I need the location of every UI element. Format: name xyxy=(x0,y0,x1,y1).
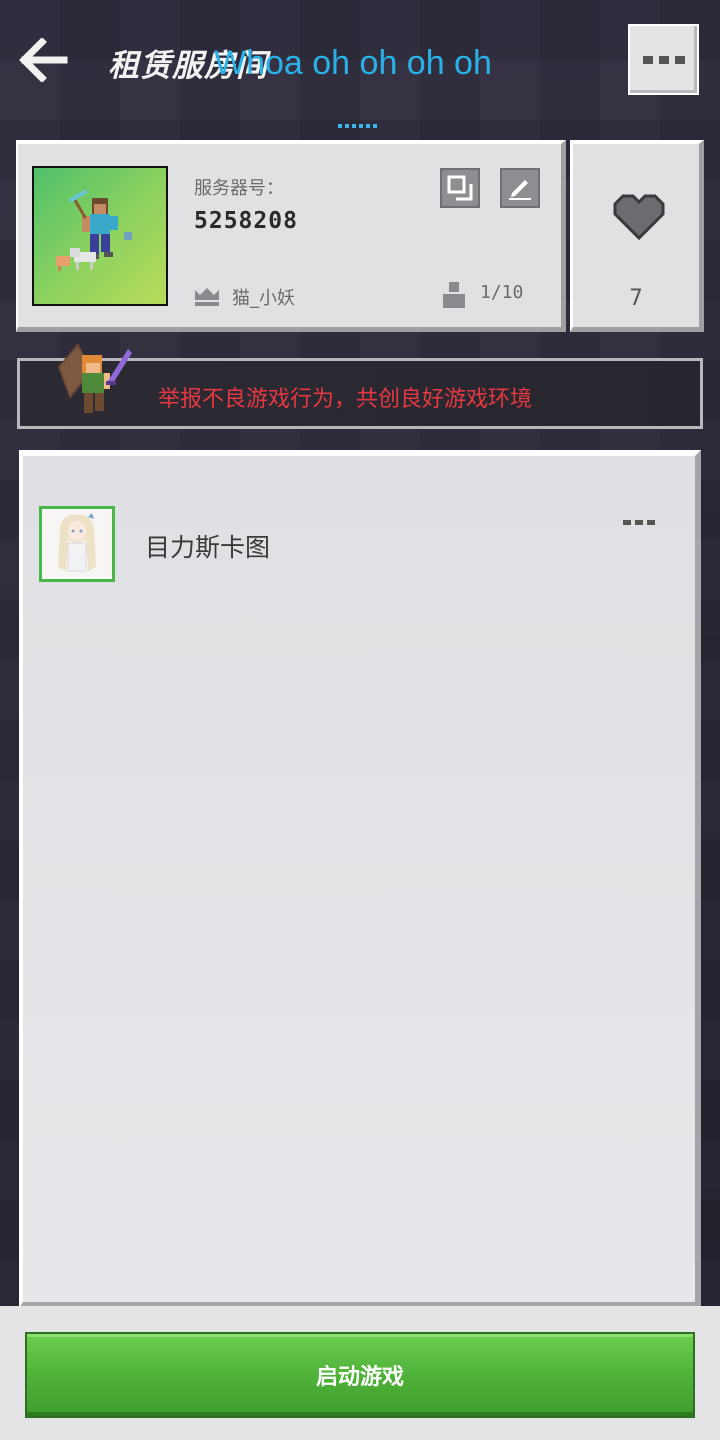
map-thumbnail xyxy=(39,506,115,582)
minecraft-steve-image xyxy=(56,189,132,271)
back-button[interactable] xyxy=(18,37,68,83)
like-card[interactable]: 7 xyxy=(570,140,704,332)
map-name: 目力斯卡图 xyxy=(145,533,271,562)
report-banner[interactable]: 举报不良游戏行为，共创良好游戏环境 xyxy=(17,343,703,429)
list-item[interactable]: 目力斯卡图 xyxy=(39,506,689,586)
server-owner-name: 猫_小妖 xyxy=(232,288,295,309)
server-info-card: 服务器号： 5258208 猫_小妖 1/10 xyxy=(16,140,566,332)
header-bar: 租赁服房间 Whoa oh oh oh oh xyxy=(0,0,720,130)
crown-icon xyxy=(195,288,219,306)
player-count: 1/10 xyxy=(480,282,524,303)
copy-button[interactable] xyxy=(440,168,480,208)
copy-icon xyxy=(447,175,473,201)
map-list-panel: 目力斯卡图 xyxy=(19,450,701,1308)
edit-icon xyxy=(509,180,531,200)
map-more-button[interactable] xyxy=(623,520,655,525)
arrow-left-icon xyxy=(19,37,68,83)
report-banner-text: 举报不良游戏行为，共创良好游戏环境 xyxy=(158,387,533,412)
more-dots-icon xyxy=(642,55,653,64)
edit-button[interactable] xyxy=(500,168,540,208)
start-game-button[interactable]: 启动游戏 xyxy=(25,1332,695,1418)
bottom-bar: 启动游戏 xyxy=(0,1306,720,1440)
minecraft-alex-image xyxy=(58,343,132,413)
heart-icon xyxy=(613,194,665,241)
like-count: 7 xyxy=(629,286,643,311)
page-indicator xyxy=(338,124,377,128)
server-thumbnail xyxy=(32,166,168,306)
server-number: 5258208 xyxy=(194,208,298,234)
player-icon xyxy=(443,282,465,308)
more-dots-icon xyxy=(623,520,631,525)
more-menu-button[interactable] xyxy=(628,24,699,95)
lyric-overlay: Whoa oh oh oh oh xyxy=(214,44,492,82)
anime-character-image xyxy=(42,509,112,579)
server-number-label: 服务器号： xyxy=(194,178,284,199)
